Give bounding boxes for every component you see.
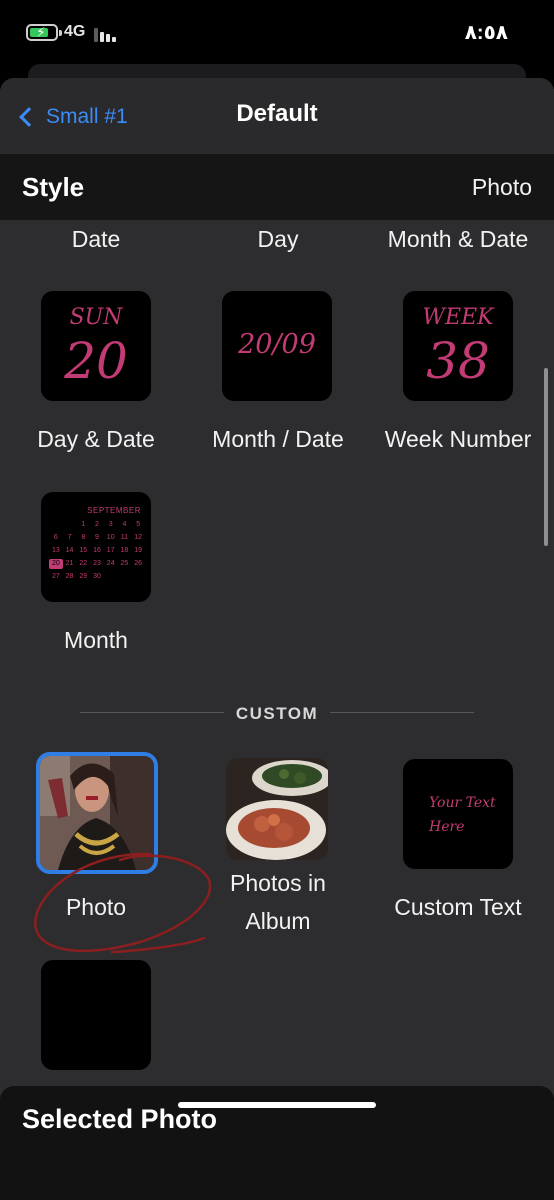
signal-strength-icon <box>94 26 120 42</box>
home-indicator[interactable] <box>178 1102 376 1108</box>
calendar-day: 25 <box>120 560 129 567</box>
photo-label: Photo <box>65 894 127 920</box>
calendar-day <box>49 520 63 530</box>
style-option-day[interactable]: Day <box>182 226 374 253</box>
custom-text-sample-line2: Here <box>429 819 465 835</box>
week-number-label: Week Number <box>384 426 532 452</box>
calendar-day: 16 <box>93 547 101 554</box>
food-photo-thumbnail <box>226 758 328 860</box>
custom-text-label: Custom Text <box>394 894 522 920</box>
day-date-widget[interactable]: SUN 20 <box>41 291 151 401</box>
blank-widget[interactable] <box>41 960 151 1070</box>
calendar-day: 7 <box>67 534 72 541</box>
scroll-indicator[interactable] <box>544 368 548 546</box>
selected-style-value: Photo <box>471 174 532 200</box>
calendar-day: 17 <box>106 547 115 554</box>
calendar-month-name: SEPTEMBER <box>87 506 141 515</box>
week-number-value: 38 <box>426 332 490 390</box>
divider-right <box>330 712 474 713</box>
portrait-photo-thumbnail <box>40 756 154 870</box>
style-section-title: Style <box>22 172 85 202</box>
month-date-text: 20/09 <box>238 329 316 360</box>
calendar-grid: 1 2 3 4 5 6 7 8 9 10 11 12 13 14 15 16 17 18 19 20 21 22 23 24 2… <box>49 520 145 582</box>
calendar-day: 14 <box>65 547 74 554</box>
week-caption: WEEK <box>422 305 494 330</box>
status-bar: ⚡ 4G ٨:٥٨ <box>0 0 554 64</box>
calendar-day: 11 <box>120 534 129 541</box>
month-calendar-widget[interactable]: SEPTEMBER 1 2 3 4 5 6 7 8 9 10 11 12 13 14 15 16 17 18 19 2… <box>41 492 151 602</box>
custom-text-sample-line1: Your Text <box>429 795 496 811</box>
photos-in-album-widget[interactable] <box>226 758 328 860</box>
calendar-day <box>63 520 77 530</box>
style-option-month-date[interactable]: Month & Date <box>362 226 554 253</box>
calendar-day: 26 <box>134 560 143 567</box>
selected-photo-title: Selected Photo <box>22 1104 218 1134</box>
calendar-day: 18 <box>120 547 129 554</box>
photos-in-album-label-line2: Album <box>245 908 311 934</box>
calendar-day: 21 <box>65 560 74 567</box>
calendar-day: 13 <box>51 547 60 554</box>
calendar-day: 10 <box>106 534 115 541</box>
calendar-day: 8 <box>81 534 86 541</box>
style-header: Style Photo <box>0 154 554 220</box>
day-date-number: 20 <box>64 332 128 390</box>
battery-tip <box>59 30 62 36</box>
calendar-day: 12 <box>134 534 143 541</box>
calendar-day: 30 <box>93 573 101 580</box>
style-option-date[interactable]: Date <box>0 226 192 253</box>
photo-widget-selected[interactable] <box>36 752 158 874</box>
calendar-day: 3 <box>108 521 113 528</box>
calendar-day: 23 <box>93 560 101 567</box>
widget-style-sheet: Small #1 Default Style Photo Date Day Mo… <box>0 78 554 1200</box>
battery-icon: ⚡ <box>26 24 62 41</box>
calendar-day: 1 <box>81 521 86 528</box>
calendar-day: 5 <box>136 521 141 528</box>
day-date-label: Day & Date <box>37 426 155 452</box>
calendar-day: 4 <box>122 521 127 528</box>
custom-section-title: CUSTOM <box>235 704 319 723</box>
custom-text-widget[interactable]: Your Text Here <box>403 759 513 869</box>
calendar-day: 27 <box>51 573 60 580</box>
calendar-day: 15 <box>79 547 88 554</box>
calendar-day: 24 <box>106 560 115 567</box>
calendar-day: 29 <box>79 573 88 580</box>
calendar-day: 2 <box>95 521 99 528</box>
navigation-bar: Small #1 Default <box>0 78 554 154</box>
charging-bolt-icon: ⚡ <box>36 24 46 40</box>
calendar-day: 22 <box>79 560 88 567</box>
calendar-day: 6 <box>53 534 58 541</box>
page-title: Default <box>236 100 318 127</box>
photos-in-album-label-line1: Photos in <box>230 870 326 896</box>
status-time: ٨:٥٨ <box>464 22 508 44</box>
calendar-day: 19 <box>134 547 143 554</box>
calendar-day: 9 <box>95 534 99 541</box>
month-date-widget[interactable]: 20/09 <box>222 291 332 401</box>
day-date-weekday: SUN <box>69 305 123 330</box>
month-date-label: Month / Date <box>212 426 344 452</box>
calendar-day: 20 <box>49 559 63 569</box>
calendar-day: 28 <box>65 573 74 580</box>
network-type: 4G <box>64 23 86 40</box>
week-number-widget[interactable]: WEEK 38 <box>403 291 513 401</box>
month-label: Month <box>64 627 128 653</box>
